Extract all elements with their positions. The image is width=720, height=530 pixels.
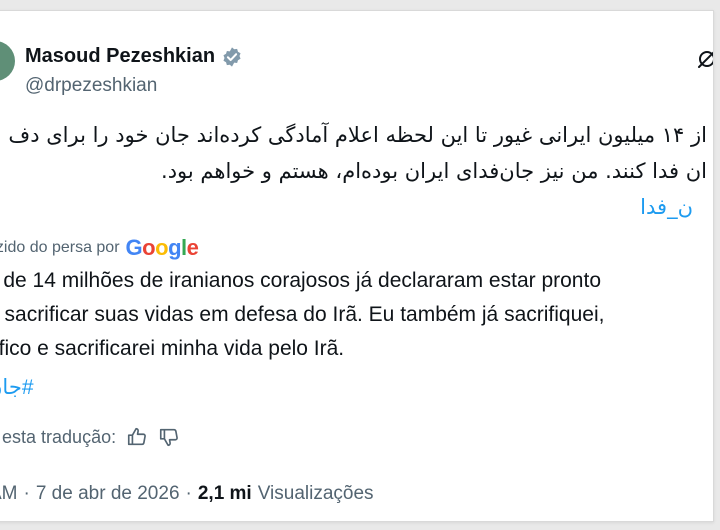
tweet-card: Masoud Pezeshkian @drpezeshkian از ۱۴ می…	[0, 10, 714, 522]
translation-text-line: a sacrificar suas vidas em defesa do Irã…	[0, 303, 605, 326]
post-time[interactable]: AM	[0, 483, 18, 505]
translation-text-line: s de 14 milhões de iranianos corajosos j…	[0, 269, 601, 292]
translation-text-line: rifico e sacrificarei minha vida pelo Ir…	[0, 337, 345, 360]
separator: ·	[23, 483, 30, 504]
thumbs-up-icon[interactable]	[126, 426, 148, 448]
google-logo: Google	[125, 235, 199, 260]
translation-attribution: uzido do persa por Google	[0, 235, 199, 261]
post-date[interactable]: 7 de abr de 2026	[36, 483, 180, 505]
translation-hashtag-link[interactable]: جان#	[0, 375, 34, 400]
original-hashtag-link[interactable]: ن_فدا	[640, 195, 693, 219]
grok-icon[interactable]	[695, 47, 714, 71]
views-count: 2,1 mi	[197, 483, 252, 504]
separator: ·	[185, 483, 192, 504]
views-label: Visualizações	[257, 483, 374, 504]
verified-badge-icon	[223, 46, 241, 67]
author-name[interactable]: Masoud Pezeshkian	[25, 45, 215, 68]
author-row: Masoud Pezeshkian	[25, 45, 243, 68]
rate-translation-label: e esta tradução:	[0, 426, 117, 447]
avatar[interactable]	[0, 41, 15, 81]
thumbs-down-icon[interactable]	[158, 426, 180, 448]
original-text-line: ان فدا کنند. من نیز جان‌فدای ایران بوده‌…	[161, 159, 707, 183]
post-metadata: AM · 7 de abr de 2026 · 2,1 mi Visualiza…	[0, 483, 374, 505]
original-text-line: از ۱۴ میلیون ایرانی غیور تا این لحظه اعل…	[8, 123, 707, 147]
rate-translation-row: e esta tradução:	[0, 426, 180, 448]
author-handle[interactable]: @drpezeshkian	[25, 75, 157, 97]
translated-label: uzido do persa por	[0, 239, 120, 256]
